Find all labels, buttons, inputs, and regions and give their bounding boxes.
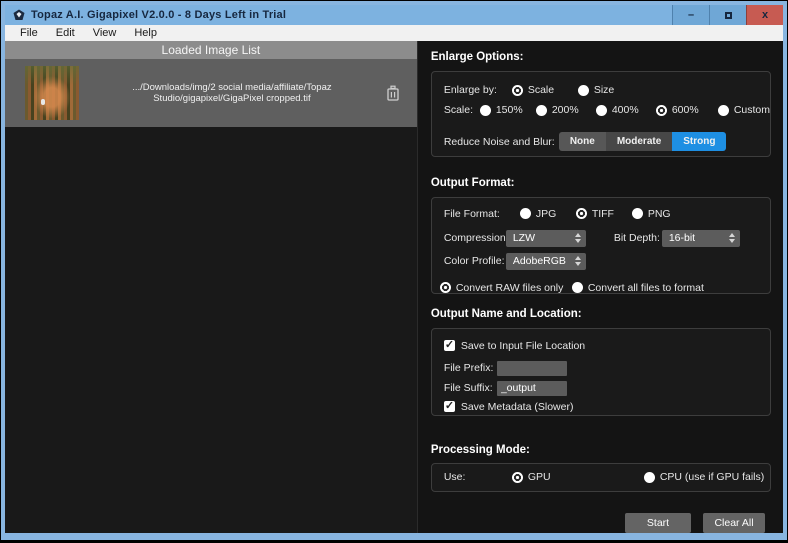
use-gpu-radio[interactable]: GPU (512, 471, 644, 483)
radio-icon (512, 85, 523, 96)
maximize-button[interactable] (709, 5, 746, 25)
convert-raw-only-radio[interactable]: Convert RAW files only (440, 282, 572, 294)
compression-label: Compression: (444, 232, 506, 244)
clear-all-button[interactable]: Clear All (703, 513, 765, 533)
color-profile-select[interactable]: AdobeRGB (506, 253, 586, 270)
color-profile-label: Color Profile: (444, 255, 506, 267)
start-button[interactable]: Start (625, 513, 691, 533)
file-suffix-input[interactable] (497, 381, 567, 396)
file-suffix-label: File Suffix: (444, 382, 497, 394)
screen: Topaz A.I. Gigapixel V2.0.0 - 8 Days Lef… (0, 0, 788, 543)
scale-150-radio[interactable]: 150% (480, 104, 536, 116)
format-png-radio[interactable]: PNG (632, 208, 671, 220)
scale-600-radio[interactable]: 600% (656, 104, 718, 116)
use-cpu-radio[interactable]: CPU (use if GPU fails) (644, 471, 764, 483)
window-controls: – x (672, 5, 783, 25)
image-path: .../Downloads/img/2 social media/affilia… (79, 82, 385, 104)
radio-icon (596, 105, 607, 116)
radio-icon (536, 105, 547, 116)
menu-file[interactable]: File (11, 27, 47, 39)
image-list-item[interactable]: .../Downloads/img/2 social media/affilia… (5, 59, 417, 127)
delete-image-icon[interactable] (385, 84, 401, 102)
window-title: Topaz A.I. Gigapixel V2.0.0 - 8 Days Lef… (31, 9, 286, 21)
convert-all-files-radio[interactable]: Convert all files to format (572, 282, 704, 294)
scale-400-radio[interactable]: 400% (596, 104, 656, 116)
radio-icon (644, 472, 655, 483)
use-label: Use: (444, 471, 512, 483)
spinner-icon (575, 233, 581, 243)
processing-mode-group: Use: GPU CPU (use if GPU fails) (431, 463, 771, 492)
enlarge-options-title: Enlarge Options: (431, 51, 771, 63)
noise-strong-button[interactable]: Strong (672, 132, 726, 151)
close-button[interactable]: x (746, 5, 783, 25)
file-prefix-input[interactable] (497, 361, 567, 376)
bit-depth-select[interactable]: 16-bit (662, 230, 740, 247)
noise-segmented-control: None Moderate Strong (559, 132, 727, 151)
spinner-icon (575, 256, 581, 266)
menu-view[interactable]: View (84, 27, 126, 39)
loaded-image-panel: Loaded Image List .../Downloads/img/2 so… (5, 41, 417, 533)
enlarge-by-label: Enlarge by: (444, 84, 512, 96)
minimize-icon: – (688, 9, 694, 21)
checkbox-icon (444, 401, 455, 412)
maximize-icon (725, 12, 732, 19)
menu-bar: File Edit View Help (5, 25, 783, 41)
file-prefix-label: File Prefix: (444, 362, 497, 374)
radio-icon (512, 472, 523, 483)
output-name-group: Save to Input File Location File Prefix:… (431, 328, 771, 416)
radio-icon (520, 208, 531, 219)
checkbox-icon (444, 340, 455, 351)
image-list-empty-area (5, 127, 417, 533)
radio-icon (572, 282, 583, 293)
noise-none-button[interactable]: None (559, 132, 606, 151)
scale-200-radio[interactable]: 200% (536, 104, 596, 116)
settings-panel: Enlarge Options: Enlarge by: Scale Size (417, 41, 783, 533)
radio-icon (718, 105, 729, 116)
output-format-title: Output Format: (431, 177, 771, 189)
file-format-label: File Format: (444, 208, 520, 220)
scale-label: Scale: (444, 104, 480, 116)
compression-select[interactable]: LZW (506, 230, 586, 247)
radio-icon (656, 105, 667, 116)
minimize-button[interactable]: – (672, 5, 709, 25)
radio-icon (480, 105, 491, 116)
radio-icon (632, 208, 643, 219)
enlarge-by-size-radio[interactable]: Size (578, 84, 614, 96)
title-bar[interactable]: Topaz A.I. Gigapixel V2.0.0 - 8 Days Lef… (5, 5, 783, 25)
format-tiff-radio[interactable]: TIFF (576, 208, 632, 220)
app-window: Topaz A.I. Gigapixel V2.0.0 - 8 Days Lef… (1, 1, 787, 540)
bit-depth-label: Bit Depth: (614, 232, 662, 244)
save-metadata-checkbox[interactable]: Save Metadata (Slower) (432, 401, 770, 413)
menu-edit[interactable]: Edit (47, 27, 84, 39)
processing-mode-title: Processing Mode: (431, 444, 771, 456)
radio-icon (576, 208, 587, 219)
spinner-icon (729, 233, 735, 243)
enlarge-by-scale-radio[interactable]: Scale (512, 84, 578, 96)
close-icon: x (762, 9, 768, 21)
menu-help[interactable]: Help (125, 27, 166, 39)
scale-custom-radio[interactable]: Custom (718, 104, 770, 116)
enlarge-options-group: Enlarge by: Scale Size Scale: (431, 71, 771, 157)
image-list-header: Loaded Image List (5, 41, 417, 59)
radio-icon (440, 282, 451, 293)
noise-moderate-button[interactable]: Moderate (606, 132, 672, 151)
app-logo-icon (13, 9, 25, 21)
radio-icon (578, 85, 589, 96)
format-jpg-radio[interactable]: JPG (520, 208, 576, 220)
save-to-input-checkbox[interactable]: Save to Input File Location (432, 340, 770, 352)
image-thumbnail (25, 66, 79, 120)
output-format-group: File Format: JPG TIFF PNG (431, 197, 771, 294)
output-name-title: Output Name and Location: (431, 308, 771, 320)
reduce-noise-label: Reduce Noise and Blur: (444, 136, 559, 148)
